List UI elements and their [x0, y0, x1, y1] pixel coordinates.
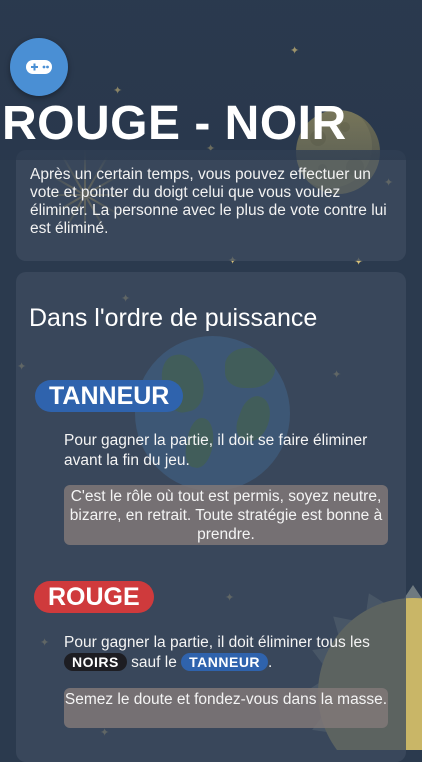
gamepad-icon	[26, 60, 52, 74]
role-tip-tanneur: C'est le rôle où tout est permis, soyez …	[64, 485, 388, 545]
role-chip-noirs: NOIRS	[64, 653, 127, 671]
description-text: sauf le	[131, 654, 177, 671]
role-badge-rouge: ROUGE	[34, 581, 154, 613]
section-title: Dans l'ordre de puissance	[29, 304, 318, 332]
role-tip-rouge: Semez le doute et fondez-vous dans la ma…	[64, 688, 388, 728]
role-badge-tanneur: TANNEUR	[35, 380, 184, 412]
page-title: ROUGE - NOIR	[2, 97, 347, 150]
role-description-tanneur: Pour gagner la partie, il doit se faire …	[64, 432, 368, 469]
role-chip-tanneur: TANNEUR	[181, 653, 269, 671]
vote-rules-card: Après un certain temps, vous pouvez effe…	[16, 150, 406, 261]
description-text: Pour gagner la partie, il doit éliminer …	[64, 634, 370, 651]
game-menu-button[interactable]	[10, 38, 68, 96]
vote-rules-text: Après un certain temps, vous pouvez effe…	[30, 166, 387, 237]
description-text: .	[268, 654, 273, 671]
role-description-rouge: Pour gagner la partie, il doit éliminer …	[64, 633, 404, 673]
